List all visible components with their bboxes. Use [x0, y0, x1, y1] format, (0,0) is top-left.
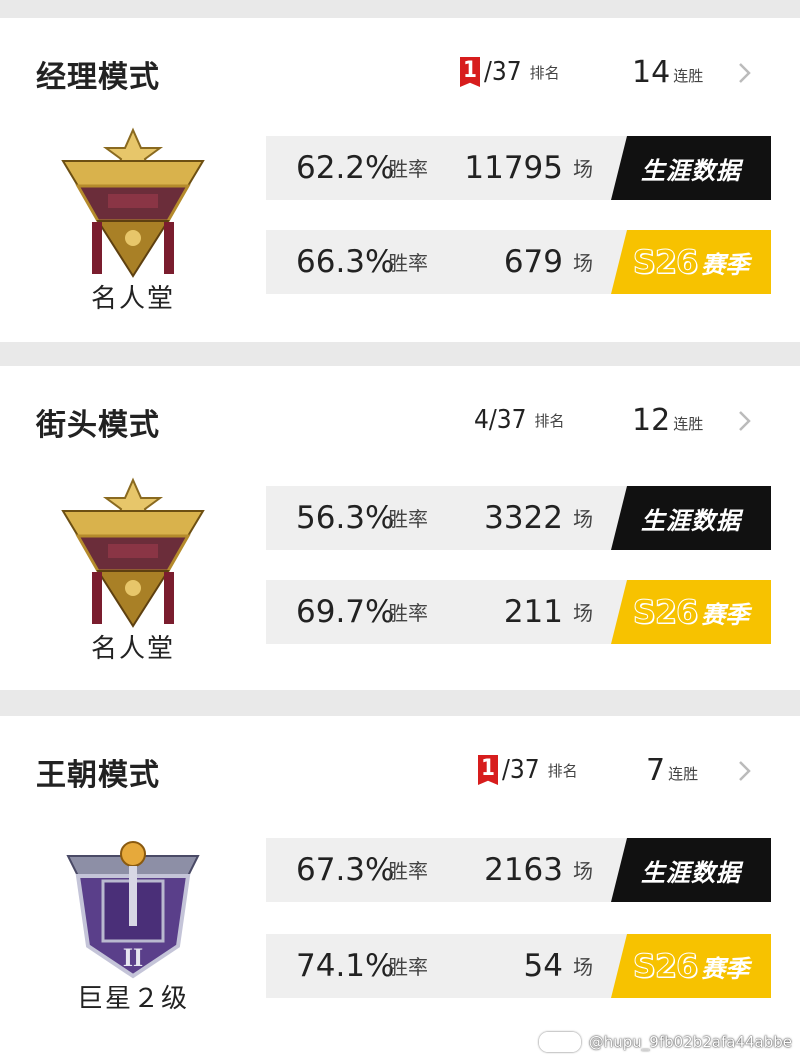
- streak-number: 12: [632, 402, 671, 438]
- season-label: 赛季: [701, 600, 750, 629]
- chevron-right-icon[interactable]: [738, 410, 752, 432]
- games-label: 场: [573, 507, 593, 531]
- games-count: 3322: [484, 500, 563, 536]
- streak-info: 14 连胜: [632, 52, 703, 92]
- badge-name: 名人堂: [90, 284, 175, 314]
- watermark: @hupu_9fb02b2afa44abbe: [538, 1032, 792, 1052]
- career-data-button[interactable]: 生涯数据: [611, 838, 771, 902]
- career-data-label: 生涯数据: [641, 506, 741, 535]
- mode-title: 经理模式: [36, 60, 160, 95]
- rank-number: 1: [460, 57, 480, 87]
- season-button[interactable]: S26 赛季: [611, 934, 771, 998]
- streak-label: 连胜: [673, 66, 704, 85]
- games-count: 2163: [484, 852, 563, 888]
- chevron-right-icon[interactable]: [738, 760, 752, 782]
- games-count: 11795: [464, 150, 563, 186]
- season-button[interactable]: S26 赛季: [611, 230, 771, 294]
- rank-info: 1 /37 排名: [478, 750, 578, 790]
- mode-title: 街头模式: [36, 408, 160, 443]
- streak-label: 连胜: [668, 764, 699, 783]
- watermark-text: @hupu_9fb02b2afa44abbe: [588, 1033, 792, 1051]
- stats-row-career: 62.2% 胜率 11795 场 生涯数据: [266, 136, 771, 200]
- win-rate-label: 胜率: [388, 601, 428, 625]
- mode-card-manager: 经理模式 1 /37 排名 14 连胜 名人堂 62.2% 胜率 11795 场…: [0, 18, 800, 342]
- win-rate-label: 胜率: [388, 157, 428, 181]
- games-count: 679: [503, 244, 563, 280]
- stats-row-season: 74.1% 胜率 54 场 S26 赛季: [266, 934, 771, 998]
- rank-total: /37: [488, 405, 527, 435]
- win-rate: 62.2%: [296, 150, 395, 186]
- mode-card-dynasty: 王朝模式 1 /37 排名 7 连胜 II 巨星２级 67.3% 胜率 2163…: [0, 716, 800, 1060]
- win-rate: 69.7%: [296, 594, 395, 630]
- season-label: 赛季: [701, 954, 750, 983]
- season-number: S26: [632, 593, 699, 632]
- win-rate: 74.1%: [296, 948, 395, 984]
- games-label: 场: [573, 955, 593, 979]
- win-rate-label: 胜率: [388, 507, 428, 531]
- superstar-badge-icon: II: [66, 841, 200, 979]
- games-label: 场: [573, 157, 593, 181]
- hall-of-fame-badge-icon: [61, 477, 205, 628]
- stats-row-career: 56.3% 胜率 3322 场 生涯数据: [266, 486, 771, 550]
- games-label: 场: [573, 251, 593, 275]
- games-label: 场: [573, 601, 593, 625]
- win-rate: 56.3%: [296, 500, 395, 536]
- weibo-logo-icon: [538, 1032, 581, 1052]
- rank-number: 1: [478, 755, 498, 785]
- streak-info: 12 连胜: [632, 400, 703, 440]
- win-rate: 66.3%: [296, 244, 395, 280]
- chevron-right-icon[interactable]: [738, 62, 752, 84]
- rank-label: 排名: [534, 411, 565, 430]
- rank-info: 4 /37 排名: [474, 400, 565, 440]
- season-number: S26: [632, 947, 699, 986]
- rank-label: 排名: [529, 63, 560, 82]
- rank-total: /37: [484, 57, 522, 87]
- streak-info: 7 连胜: [646, 750, 698, 790]
- badge-name: 巨星２级: [76, 984, 189, 1014]
- career-data-button[interactable]: 生涯数据: [611, 136, 771, 200]
- mode-title: 王朝模式: [36, 758, 160, 793]
- games-count: 211: [503, 594, 563, 630]
- rank-total: /37: [502, 755, 540, 785]
- win-rate: 67.3%: [296, 852, 395, 888]
- rank-label: 排名: [547, 761, 578, 780]
- rank-number: 4: [474, 405, 489, 435]
- win-rate-label: 胜率: [388, 251, 428, 275]
- win-rate-label: 胜率: [388, 955, 428, 979]
- career-data-label: 生涯数据: [641, 156, 741, 185]
- season-button[interactable]: S26 赛季: [611, 580, 771, 644]
- win-rate-label: 胜率: [388, 859, 428, 883]
- badge-name: 名人堂: [90, 634, 175, 664]
- career-data-button[interactable]: 生涯数据: [611, 486, 771, 550]
- streak-label: 连胜: [673, 414, 704, 433]
- stats-row-season: 69.7% 胜率 211 场 S26 赛季: [266, 580, 771, 644]
- streak-number: 14: [632, 54, 671, 90]
- stats-row-career: 67.3% 胜率 2163 场 生涯数据: [266, 838, 771, 902]
- rank-info: 1 /37 排名: [460, 52, 560, 92]
- games-count: 54: [523, 948, 563, 984]
- games-label: 场: [573, 859, 593, 883]
- career-data-label: 生涯数据: [641, 858, 741, 887]
- svg-text:II: II: [123, 943, 143, 972]
- season-number: S26: [632, 243, 699, 282]
- stats-row-season: 66.3% 胜率 679 场 S26 赛季: [266, 230, 771, 294]
- season-label: 赛季: [701, 250, 750, 279]
- mode-card-street: 街头模式 4 /37 排名 12 连胜 名人堂 56.3% 胜率 3322 场 …: [0, 366, 800, 690]
- hall-of-fame-badge-icon: [61, 127, 205, 278]
- streak-number: 7: [646, 752, 666, 788]
